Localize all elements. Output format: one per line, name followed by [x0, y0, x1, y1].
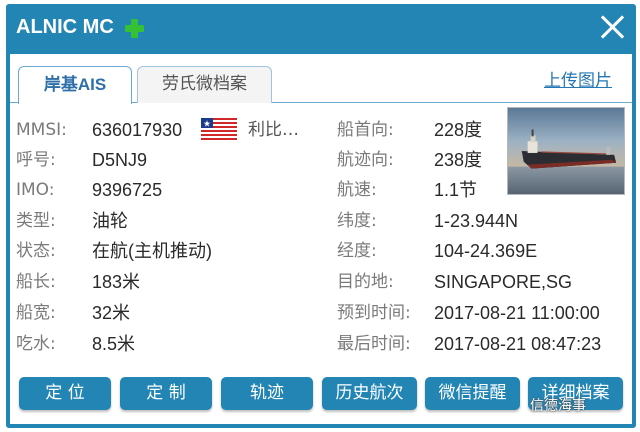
status-label: 状态:	[16, 241, 56, 261]
latitude-label: 纬度:	[337, 211, 377, 231]
beam-value: 32米	[92, 303, 131, 323]
tab-shore-ais[interactable]: 岸基AIS	[18, 66, 132, 104]
callsign-value: D5NJ9	[92, 150, 148, 170]
tab-lloyds-profile[interactable]: 劳氏微档案	[137, 66, 272, 103]
type-label: 类型:	[16, 211, 56, 231]
type-value: 油轮	[92, 211, 128, 231]
upload-image-link[interactable]: 上传图片	[544, 66, 612, 91]
vessel-name-title: ALNIC MC	[16, 16, 114, 38]
beam-label: 船宽:	[16, 303, 56, 323]
destination-label: 目的地:	[337, 272, 394, 292]
longitude-value: 104-24.369E	[434, 241, 538, 261]
draught-label: 吃水:	[16, 334, 56, 354]
vessel-info-window: ALNIC MC 岸基AIS 劳氏微档案 上传图片 MMSI: 63601793…	[6, 4, 636, 428]
add-icon[interactable]	[125, 19, 144, 38]
mmsi-label: MMSI:	[16, 120, 67, 140]
status-value: 在航(主机推动)	[92, 241, 212, 261]
heading-value: 228度	[434, 120, 483, 140]
vessel-photo[interactable]	[507, 107, 625, 195]
last-update-value: 2017-08-21 08:47:23	[434, 334, 602, 354]
wechat-alert-button[interactable]: 微信提醒	[425, 377, 520, 410]
eta-value: 2017-08-21 11:00:00	[434, 303, 600, 323]
info-panel: 岸基AIS 劳氏微档案 上传图片 MMSI: 636017930 利比… 呼号:…	[10, 54, 632, 424]
eta-label: 预到时间:	[337, 303, 411, 323]
course-label: 航迹向:	[337, 150, 394, 170]
heading-label: 船首向:	[337, 120, 394, 140]
latitude-value: 1-23.944N	[434, 211, 519, 231]
callsign-label: 呼号:	[16, 150, 56, 170]
customize-button[interactable]: 定 制	[120, 377, 212, 410]
length-label: 船长:	[16, 272, 56, 292]
liberia-flag-icon	[201, 118, 237, 140]
last-update-label: 最后时间:	[337, 334, 411, 354]
mmsi-value: 636017930	[92, 120, 183, 140]
tab-shore-ais-prefix: 岸基	[43, 75, 78, 94]
watermark-text: 信德海事	[530, 398, 586, 414]
locate-button[interactable]: 定 位	[19, 377, 111, 410]
length-value: 183米	[92, 272, 141, 292]
imo-label: IMO:	[16, 180, 55, 200]
close-icon[interactable]	[600, 14, 626, 40]
speed-value: 1.1节	[434, 180, 478, 200]
title-bar: ALNIC MC	[6, 4, 636, 54]
flag-country-label: 利比…	[248, 120, 299, 140]
course-value: 238度	[434, 150, 483, 170]
longitude-label: 经度:	[337, 241, 377, 261]
destination-value: SINGAPORE,SG	[434, 272, 573, 292]
draught-value: 8.5米	[92, 334, 136, 354]
voyage-history-button[interactable]: 历史航次	[322, 377, 417, 410]
imo-value: 9396725	[92, 180, 163, 200]
track-button[interactable]: 轨迹	[221, 377, 313, 410]
speed-label: 航速:	[337, 180, 377, 200]
tab-shore-ais-suffix: AIS	[77, 75, 107, 94]
